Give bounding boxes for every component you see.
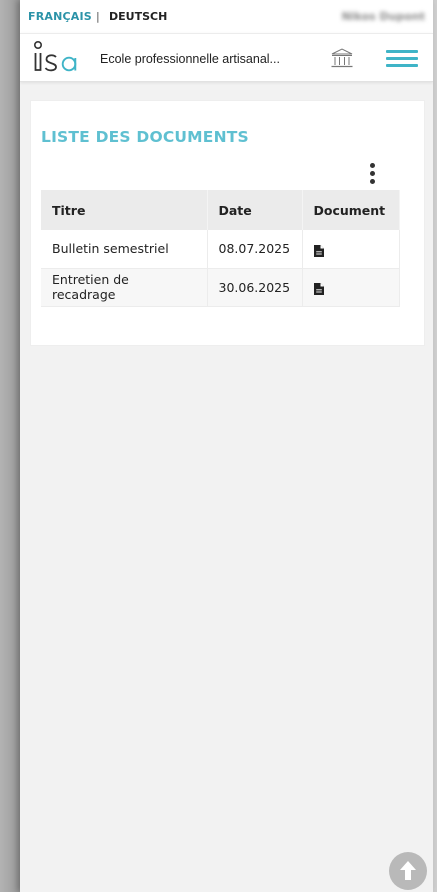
row-document-cell (302, 268, 400, 307)
file-icon[interactable] (313, 283, 324, 296)
school-name[interactable]: Ecole professionnelle artisanal... (100, 52, 280, 66)
table-header-row: Titre Date Document (41, 190, 400, 230)
isa-logo[interactable] (31, 39, 81, 77)
page-title: LISTE DES DOCUMENTS (41, 128, 249, 146)
column-header-date[interactable]: Date (207, 190, 303, 230)
table-row: Entretien de recadrage 30.06.2025 (41, 268, 400, 307)
row-date: 30.06.2025 (207, 268, 303, 307)
arrow-up-circle-icon (400, 861, 416, 880)
app-window: FRANÇAIS | DEUTSCH Nikos Dupont Ecole pr… (20, 0, 433, 892)
row-title: Bulletin semestriel (41, 230, 208, 269)
row-title: Entretien de recadrage (41, 268, 208, 307)
row-date: 08.07.2025 (207, 230, 303, 269)
left-backdrop (0, 0, 20, 892)
table-row: Bulletin semestriel 08.07.2025 (41, 230, 400, 269)
right-backdrop (433, 0, 437, 892)
documents-card: LISTE DES DOCUMENTS Titre Date Document … (30, 100, 425, 346)
language-german-link[interactable]: DEUTSCH (109, 10, 167, 23)
app-header: Ecole professionnelle artisanal... (20, 33, 433, 82)
institution-icon[interactable] (330, 47, 354, 69)
user-name[interactable]: Nikos Dupont (342, 10, 425, 23)
row-document-cell (302, 230, 400, 269)
hamburger-menu-icon[interactable] (386, 50, 418, 67)
language-separator: | (96, 10, 100, 23)
file-icon[interactable] (313, 245, 324, 257)
scroll-to-top-button[interactable] (389, 852, 427, 890)
column-header-title[interactable]: Titre (41, 190, 208, 230)
kebab-vertical-icon[interactable] (368, 163, 378, 185)
language-french-link[interactable]: FRANÇAIS (28, 10, 92, 23)
documents-table: Titre Date Document Bulletin semestriel … (41, 190, 400, 307)
language-bar: FRANÇAIS | DEUTSCH Nikos Dupont (20, 0, 433, 33)
column-header-document[interactable]: Document (302, 190, 400, 230)
